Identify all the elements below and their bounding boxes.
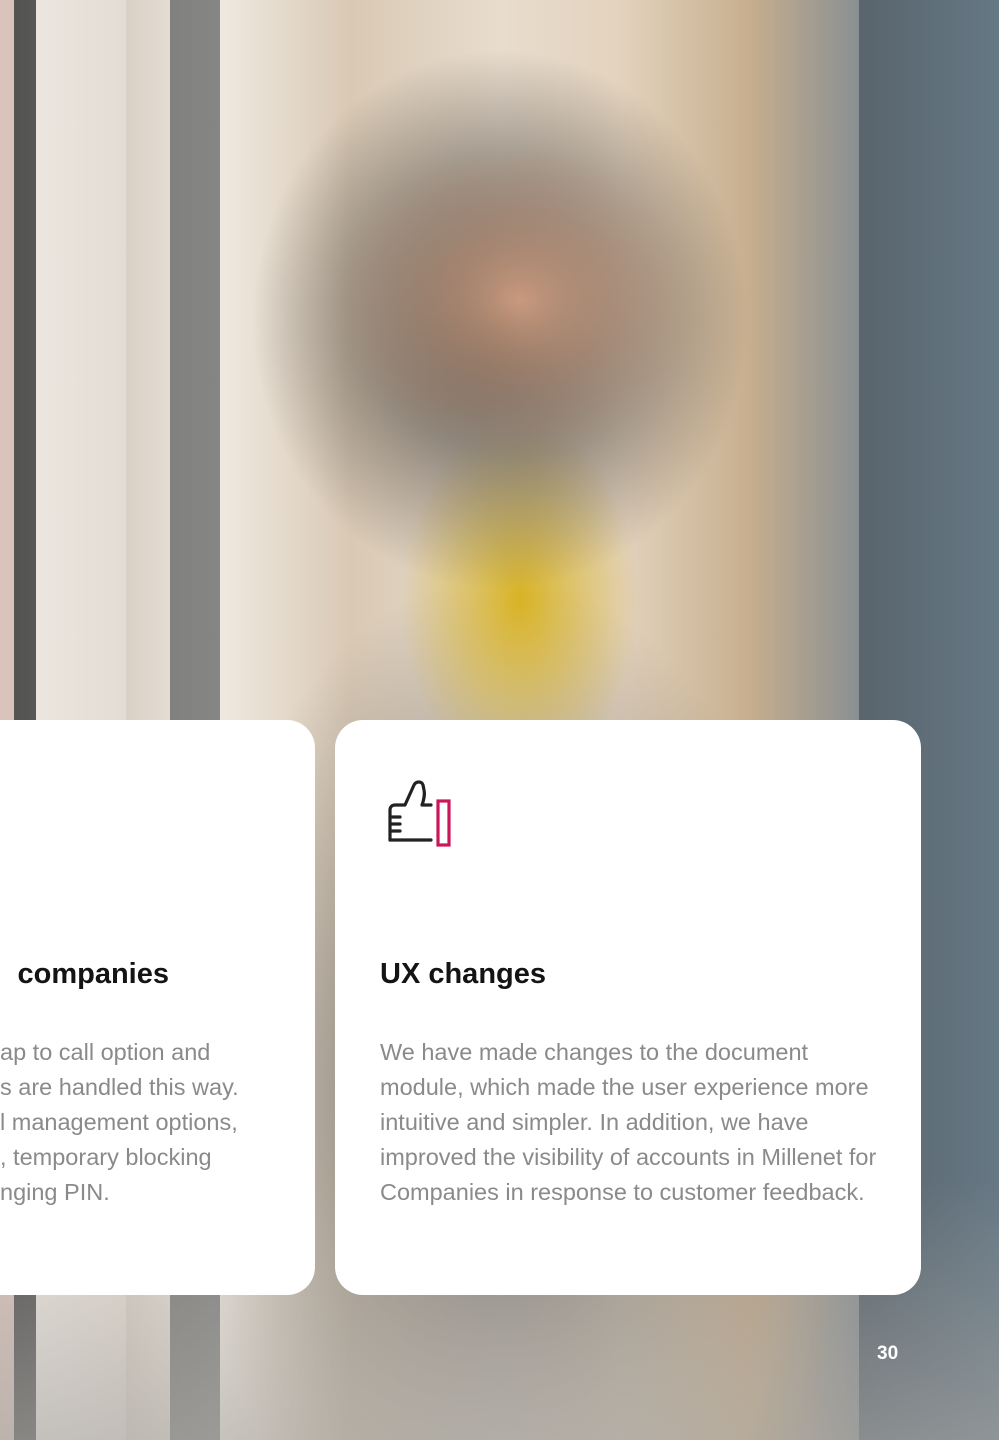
left-card-line: nging PIN. — [0, 1179, 110, 1205]
left-card-line: l management options, — [0, 1109, 238, 1135]
page-number: 30 — [877, 1343, 899, 1364]
right-card-title: UX changes — [380, 958, 546, 990]
right-card-body: We have made changes to the document mod… — [380, 1039, 877, 1205]
left-card-clip: companies ap to call option and s are ha… — [0, 720, 315, 1295]
left-card-body: ap to call option and s are handled this… — [0, 1035, 310, 1210]
left-info-card: companies ap to call option and s are ha… — [0, 720, 315, 1295]
left-card-title: companies — [17, 958, 170, 990]
left-card-line: ap to call option and — [0, 1039, 211, 1065]
right-info-card: UX changes We have made changes to the d… — [335, 720, 921, 1295]
thumbs-up-icon — [388, 780, 451, 847]
left-card-line: , temporary blocking — [0, 1144, 212, 1170]
left-card-line: s are handled this way. — [0, 1074, 239, 1100]
